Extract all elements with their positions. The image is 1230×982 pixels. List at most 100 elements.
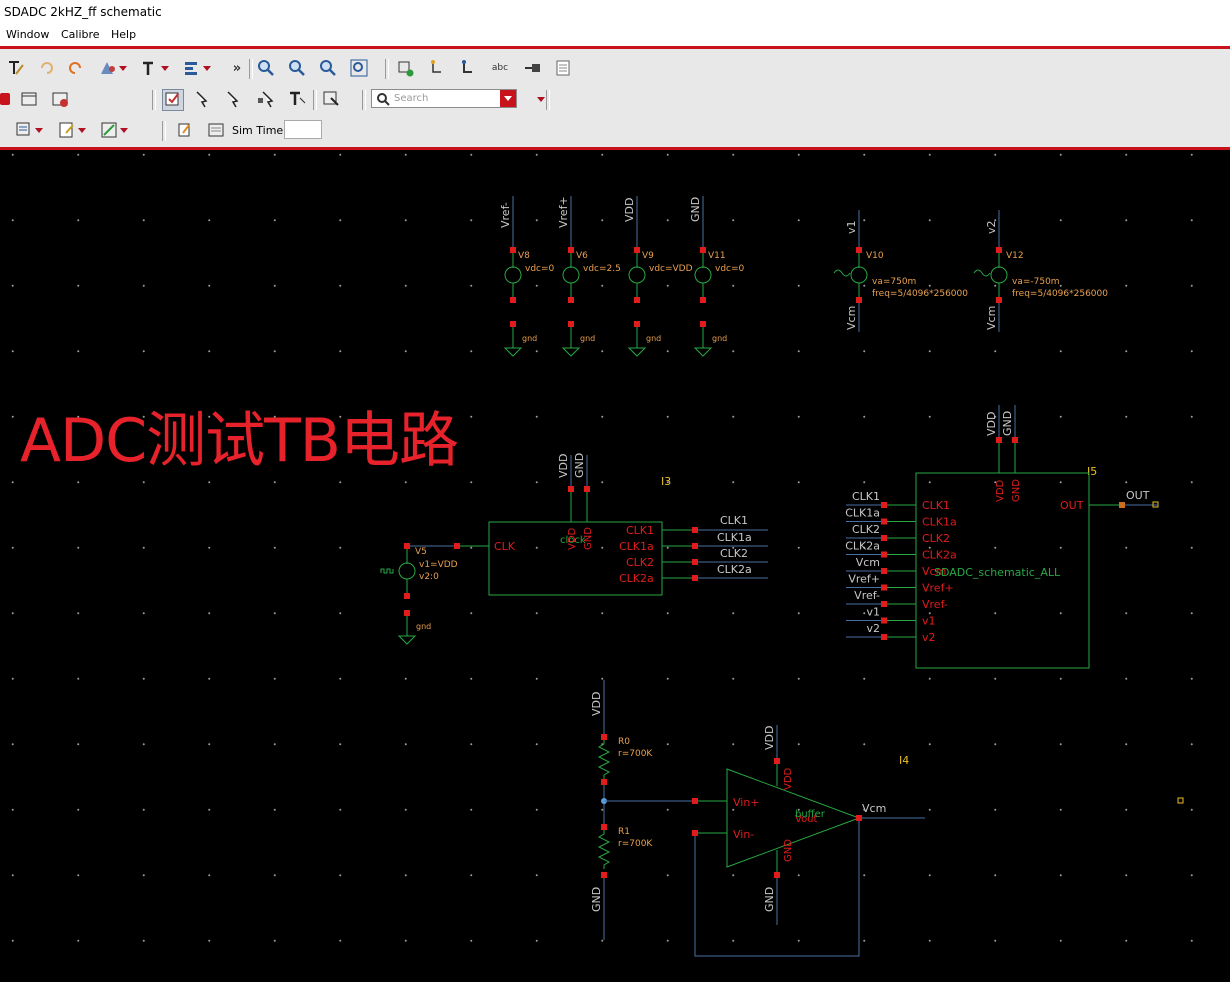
- edit-netlist-icon[interactable]: [57, 120, 86, 140]
- dc-source-v8[interactable]: Vref- V8 vdc=0 gnd: [499, 196, 555, 357]
- search-input[interactable]: Search: [371, 89, 517, 108]
- net-label: v1: [845, 220, 858, 234]
- select-area-icon[interactable]: [224, 89, 244, 109]
- sine-source-v12[interactable]: v2 V12 va=-750m freq=5/4096*256000 Vcm: [973, 210, 1108, 332]
- align-icon[interactable]: [182, 58, 211, 78]
- source-name: V8: [518, 251, 530, 261]
- netlist-icon[interactable]: [14, 120, 43, 140]
- ground-label: gnd: [416, 622, 431, 631]
- zoom-out-icon[interactable]: [287, 58, 307, 78]
- net-label: Vref+: [557, 196, 570, 228]
- add-wire-icon[interactable]: [428, 58, 448, 78]
- more-icon[interactable]: »: [227, 58, 247, 78]
- pin-label: CLK2a: [619, 572, 654, 585]
- adc-input-pin-marker: [881, 518, 887, 525]
- pin-label: CLK2: [626, 556, 654, 569]
- net-label: GND: [590, 887, 603, 912]
- select-partial-icon[interactable]: [193, 89, 213, 109]
- simulation-icon[interactable]: [175, 120, 195, 140]
- search-dropdown-button[interactable]: [500, 90, 516, 107]
- buffer-i4[interactable]: I4 VDD VDD GND Vin+ Vin- Vout buffer GND…: [692, 725, 1184, 957]
- menu-calibre[interactable]: Calibre: [61, 28, 100, 41]
- sim-time-input[interactable]: [284, 120, 322, 139]
- adc-input-pin-marker: [881, 601, 887, 607]
- pin-label: CLK1a: [619, 540, 654, 553]
- dc-source-v9[interactable]: VDD V9 vdc=VDD gnd: [623, 196, 693, 357]
- probe-icon[interactable]: [99, 120, 128, 140]
- add-pin-icon[interactable]: [522, 58, 542, 78]
- ground-label: gnd: [580, 334, 595, 343]
- undo-icon[interactable]: [36, 58, 56, 78]
- source-param-v1: v1=VDD: [419, 560, 458, 570]
- adc-input-pin-label: CLK2: [922, 532, 950, 545]
- add-label-icon[interactable]: abc: [490, 58, 510, 78]
- pulse-source-v5[interactable]: V5 v1=VDD v2:0 gnd: [380, 543, 458, 645]
- resistor-divider[interactable]: VDD R0 r=700K R1 r=700K GND: [590, 680, 692, 940]
- zoom-fit-icon[interactable]: [318, 58, 338, 78]
- dc-source-v11[interactable]: GND V11 vdc=0 gnd: [689, 196, 745, 357]
- adc-input-net-label: CLK2a: [845, 540, 880, 553]
- net-label: Vcm: [845, 306, 858, 330]
- net-label: v2: [985, 220, 998, 234]
- source-param-amplitude: va=-750m: [1012, 277, 1060, 287]
- resistor-name: R0: [618, 737, 630, 747]
- net-label: VDD: [557, 454, 570, 478]
- adc-block-i5[interactable]: I5 VDD GND VDD GND SDADC_schematic_ALL O…: [845, 405, 1159, 669]
- window-icon[interactable]: [19, 89, 39, 109]
- menu-help[interactable]: Help: [111, 28, 136, 41]
- adc-input-pin-marker: [881, 502, 887, 508]
- net-label: GND: [763, 887, 776, 912]
- text-select-icon[interactable]: [287, 89, 307, 109]
- pin-label: GND: [1011, 479, 1022, 502]
- toolbar-row-2: Search: [0, 84, 1230, 115]
- net-label: GND: [573, 453, 586, 478]
- select-move-icon[interactable]: [256, 89, 276, 109]
- adc-input-pin-marker: [881, 584, 887, 591]
- add-instance-icon[interactable]: [395, 58, 415, 78]
- select-icon[interactable]: [162, 89, 184, 111]
- toolbar-separator: [162, 121, 166, 141]
- search-placeholder: Search: [394, 93, 429, 104]
- pin-label: Vin+: [733, 796, 760, 809]
- adc-input-net-label: CLK2: [852, 523, 880, 536]
- source-name: V9: [642, 251, 654, 261]
- source-param-frequency: freq=5/4096*256000: [872, 289, 968, 299]
- adc-input-pin-marker: [881, 551, 887, 558]
- net-label: VDD: [590, 692, 603, 716]
- menu-window[interactable]: Window: [6, 28, 49, 41]
- cell-name: buffer: [795, 809, 826, 820]
- edit-icon[interactable]: [321, 89, 341, 109]
- add-wire-name-icon[interactable]: [459, 58, 479, 78]
- source-param-amplitude: va=750m: [872, 277, 916, 287]
- search-options-icon[interactable]: [516, 89, 545, 109]
- dc-source-v6[interactable]: Vref+ V6 vdc=2.5 gnd: [557, 196, 621, 357]
- note-icon[interactable]: [553, 58, 573, 78]
- note-list-icon[interactable]: [206, 120, 226, 140]
- adc-input-net-label: CLK1a: [845, 507, 880, 520]
- zoom-area-icon[interactable]: [349, 58, 369, 78]
- instance-name: I4: [899, 754, 909, 767]
- sine-source-v10[interactable]: v1 V10 va=750m freq=5/4096*256000 Vcm: [833, 210, 968, 332]
- window-settings-icon[interactable]: [50, 89, 70, 109]
- source-name: V11: [708, 251, 726, 261]
- ground-label: gnd: [646, 334, 661, 343]
- adc-input-pin-label: v1: [922, 615, 936, 628]
- schematic-canvas[interactable]: Vref- V8 vdc=0 gnd Vref+ V6 vdc=2.5 gnd …: [0, 150, 1230, 982]
- zoom-in-icon[interactable]: [256, 58, 276, 78]
- source-param-v2: v2:0: [419, 572, 439, 582]
- adc-input-net-label: Vref+: [848, 573, 880, 586]
- text-size-icon[interactable]: [140, 58, 169, 78]
- clock-block-i3[interactable]: I3 VDD GND VDD GND clock CLK CLK1 CLK1a …: [454, 453, 768, 596]
- adc-input-pin-label: Vref-: [922, 598, 948, 611]
- property-icon[interactable]: [98, 58, 127, 78]
- schematic-drawing[interactable]: Vref- V8 vdc=0 gnd Vref+ V6 vdc=2.5 gnd …: [0, 150, 1230, 982]
- adc-input-pin-marker: [881, 634, 887, 640]
- text-tool-icon[interactable]: [6, 58, 26, 78]
- stop-icon[interactable]: [0, 89, 10, 109]
- pin-label: CLK: [494, 540, 516, 553]
- redo-icon[interactable]: [66, 58, 86, 78]
- source-param-frequency: freq=5/4096*256000: [1012, 289, 1108, 299]
- net-label: VDD: [985, 412, 998, 436]
- net-label: Vcm: [985, 306, 998, 330]
- adc-input-pin-label: v2: [922, 631, 936, 644]
